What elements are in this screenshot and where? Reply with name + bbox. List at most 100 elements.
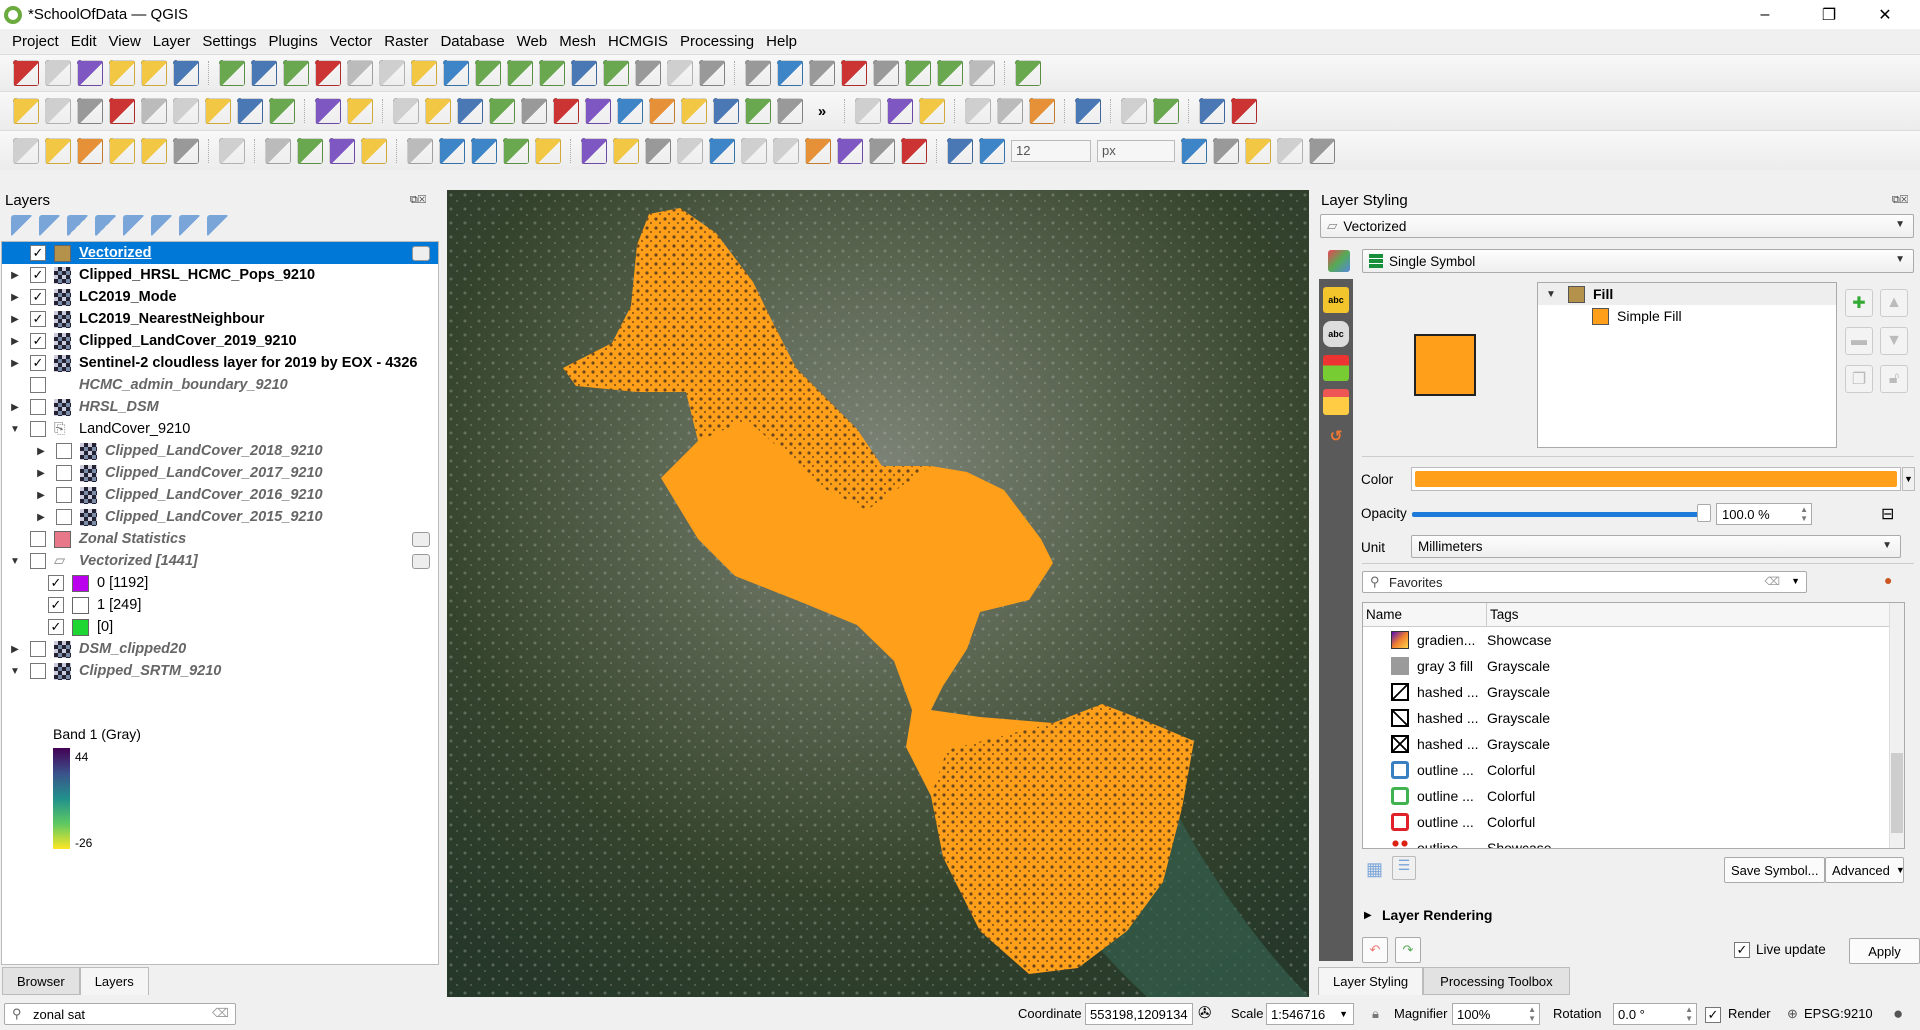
digitize-7-icon[interactable] xyxy=(585,98,611,124)
digitize-13-icon[interactable] xyxy=(777,98,803,124)
chevron-right-icon[interactable]: ▶ xyxy=(34,490,48,501)
layer-visibility-checkbox[interactable]: ✓ xyxy=(48,597,64,613)
icon-view-button[interactable]: ▦ xyxy=(1366,859,1383,880)
menu-view[interactable]: View xyxy=(103,33,147,50)
add-ring-icon[interactable] xyxy=(471,137,497,164)
merge-icon[interactable] xyxy=(1277,137,1303,164)
layout-manager-icon[interactable] xyxy=(141,60,167,86)
open-project-icon[interactable] xyxy=(45,60,71,86)
symbol-row[interactable]: gray 3 fill Grayscale xyxy=(1363,653,1904,679)
toggle-extents-icon[interactable]: ✇ xyxy=(1198,1003,1211,1023)
diagram-icon[interactable] xyxy=(45,98,71,124)
zoom-next-icon[interactable] xyxy=(507,60,533,86)
menu-settings[interactable]: Settings xyxy=(196,33,262,50)
data-defined-override-icon[interactable]: ⊟ xyxy=(1881,504,1894,524)
add-polygon-icon[interactable] xyxy=(535,137,561,164)
chevron-right-icon[interactable]: ▶ xyxy=(1364,910,1372,921)
highlight-label-icon[interactable] xyxy=(109,98,135,124)
layer-visibility-checkbox[interactable]: ✓ xyxy=(30,289,46,305)
chevron-down-icon[interactable]: ▼ xyxy=(8,556,22,567)
move-up-button[interactable]: ▲ xyxy=(1880,289,1908,317)
layer-item[interactable]: ✓ [0] xyxy=(2,616,438,638)
chevron-right-icon[interactable]: ▶ xyxy=(8,314,22,325)
live-update-checkbox[interactable]: ✓ xyxy=(1734,942,1750,958)
symbol-row[interactable]: hashed ... Grayscale xyxy=(1363,679,1904,705)
menu-layer[interactable]: Layer xyxy=(147,33,197,50)
tab-browser[interactable]: Browser xyxy=(2,967,80,995)
show-bookmarks-icon[interactable] xyxy=(635,60,661,86)
pin-label-icon[interactable] xyxy=(77,98,103,124)
vertex-tool-icon[interactable] xyxy=(709,137,735,164)
field-calculator-icon[interactable] xyxy=(1015,60,1041,86)
menu-help[interactable]: Help xyxy=(760,33,803,50)
digitize-3-icon[interactable] xyxy=(457,98,483,124)
layer-item[interactable]: Zonal Statistics xyxy=(2,528,438,550)
info-green-icon[interactable] xyxy=(997,98,1023,124)
layer-select[interactable]: ▱ Vectorized ▼ xyxy=(1320,214,1914,238)
style-manager-icon[interactable] xyxy=(173,60,199,86)
layer-item[interactable]: ✓ Vectorized xyxy=(2,242,438,264)
sum-icon[interactable] xyxy=(873,60,899,86)
layer-item[interactable]: ▶ ✓ LC2019_NearestNeighbour xyxy=(2,308,438,330)
zoom-full-icon[interactable] xyxy=(347,60,373,86)
deselect-icon[interactable] xyxy=(329,137,355,164)
layer-visibility-checkbox[interactable] xyxy=(30,663,46,679)
layer-visibility-checkbox[interactable] xyxy=(56,487,72,503)
layer-visibility-checkbox[interactable]: ✓ xyxy=(30,311,46,327)
select-feature-icon[interactable] xyxy=(265,137,291,164)
maximize-button[interactable]: ❐ xyxy=(1806,0,1852,29)
layer-visibility-checkbox[interactable] xyxy=(30,641,46,657)
add-point-icon[interactable] xyxy=(407,137,433,164)
symbol-tree-fill[interactable]: ▼ Fill xyxy=(1538,283,1836,305)
filter-expression-icon[interactable] xyxy=(123,215,145,237)
unit-select[interactable]: Millimeters ▼ xyxy=(1411,535,1901,558)
data-source-manager-icon[interactable] xyxy=(13,137,39,164)
clear-icon[interactable]: ⌫ xyxy=(1764,575,1780,588)
col-tags[interactable]: Tags xyxy=(1487,603,1522,626)
chevron-right-icon[interactable]: ▶ xyxy=(8,336,22,347)
lock-icon[interactable]: 🔓︎ xyxy=(1880,365,1908,393)
collapse-all-icon[interactable] xyxy=(179,215,201,237)
color-dropdown[interactable]: ▼ xyxy=(1902,467,1915,491)
labels-icon[interactable]: abc xyxy=(1323,287,1349,313)
apply-button[interactable]: Apply xyxy=(1849,938,1920,964)
digitize-1-icon[interactable] xyxy=(393,98,419,124)
toggle-processing-icon[interactable] xyxy=(841,60,867,86)
python-icon[interactable] xyxy=(855,98,881,124)
cut-icon[interactable] xyxy=(773,137,799,164)
layer-visibility-checkbox[interactable] xyxy=(30,531,46,547)
expand-all-icon[interactable] xyxy=(151,215,173,237)
add-symbol-layer-button[interactable]: ✚ xyxy=(1845,289,1873,317)
menu-vector[interactable]: Vector xyxy=(324,33,379,50)
chevron-right-icon[interactable]: ▶ xyxy=(8,358,22,369)
new-virtual-icon[interactable] xyxy=(141,137,167,164)
symbol-row[interactable]: outline ... Colorful xyxy=(1363,809,1904,835)
chevron-down-icon[interactable]: ▼ xyxy=(8,666,22,677)
zoom-last-icon[interactable] xyxy=(475,60,501,86)
menu-plugins[interactable]: Plugins xyxy=(263,33,324,50)
remove-symbol-layer-button[interactable]: ▬ xyxy=(1845,327,1873,355)
new-temp-icon[interactable] xyxy=(109,137,135,164)
menu-raster[interactable]: Raster xyxy=(378,33,434,50)
new-geopackage-icon[interactable] xyxy=(45,137,71,164)
layer-item[interactable]: ✓ 1 [249] xyxy=(2,594,438,616)
layer-visibility-checkbox[interactable]: ✓ xyxy=(48,575,64,591)
symbol-row[interactable]: hashed ... Grayscale xyxy=(1363,731,1904,757)
symbol-list-scrollbar[interactable] xyxy=(1889,603,1904,848)
filter-legend-icon[interactable] xyxy=(95,215,117,237)
measure-icon[interactable] xyxy=(905,60,931,86)
select-by-value-icon[interactable] xyxy=(297,137,323,164)
add-part-icon[interactable] xyxy=(503,137,529,164)
edit-toggle-icon[interactable] xyxy=(581,137,607,164)
copy-icon[interactable] xyxy=(805,137,831,164)
digitize-2-icon[interactable] xyxy=(425,98,451,124)
identify-icon[interactable] xyxy=(745,60,771,86)
chevron-down-icon[interactable]: ▼ xyxy=(8,424,22,435)
style-manager-icon[interactable]: ● xyxy=(1884,572,1892,588)
chevron-right-icon[interactable]: ▶ xyxy=(34,446,48,457)
pan-to-selection-icon[interactable] xyxy=(251,60,277,86)
opacity-spinbox[interactable]: 100.0 % ▲ ▼ xyxy=(1716,503,1812,525)
layer-visibility-checkbox[interactable]: ✓ xyxy=(48,619,64,635)
temporal-controller-icon[interactable] xyxy=(667,60,693,86)
digitize-6-icon[interactable] xyxy=(553,98,579,124)
